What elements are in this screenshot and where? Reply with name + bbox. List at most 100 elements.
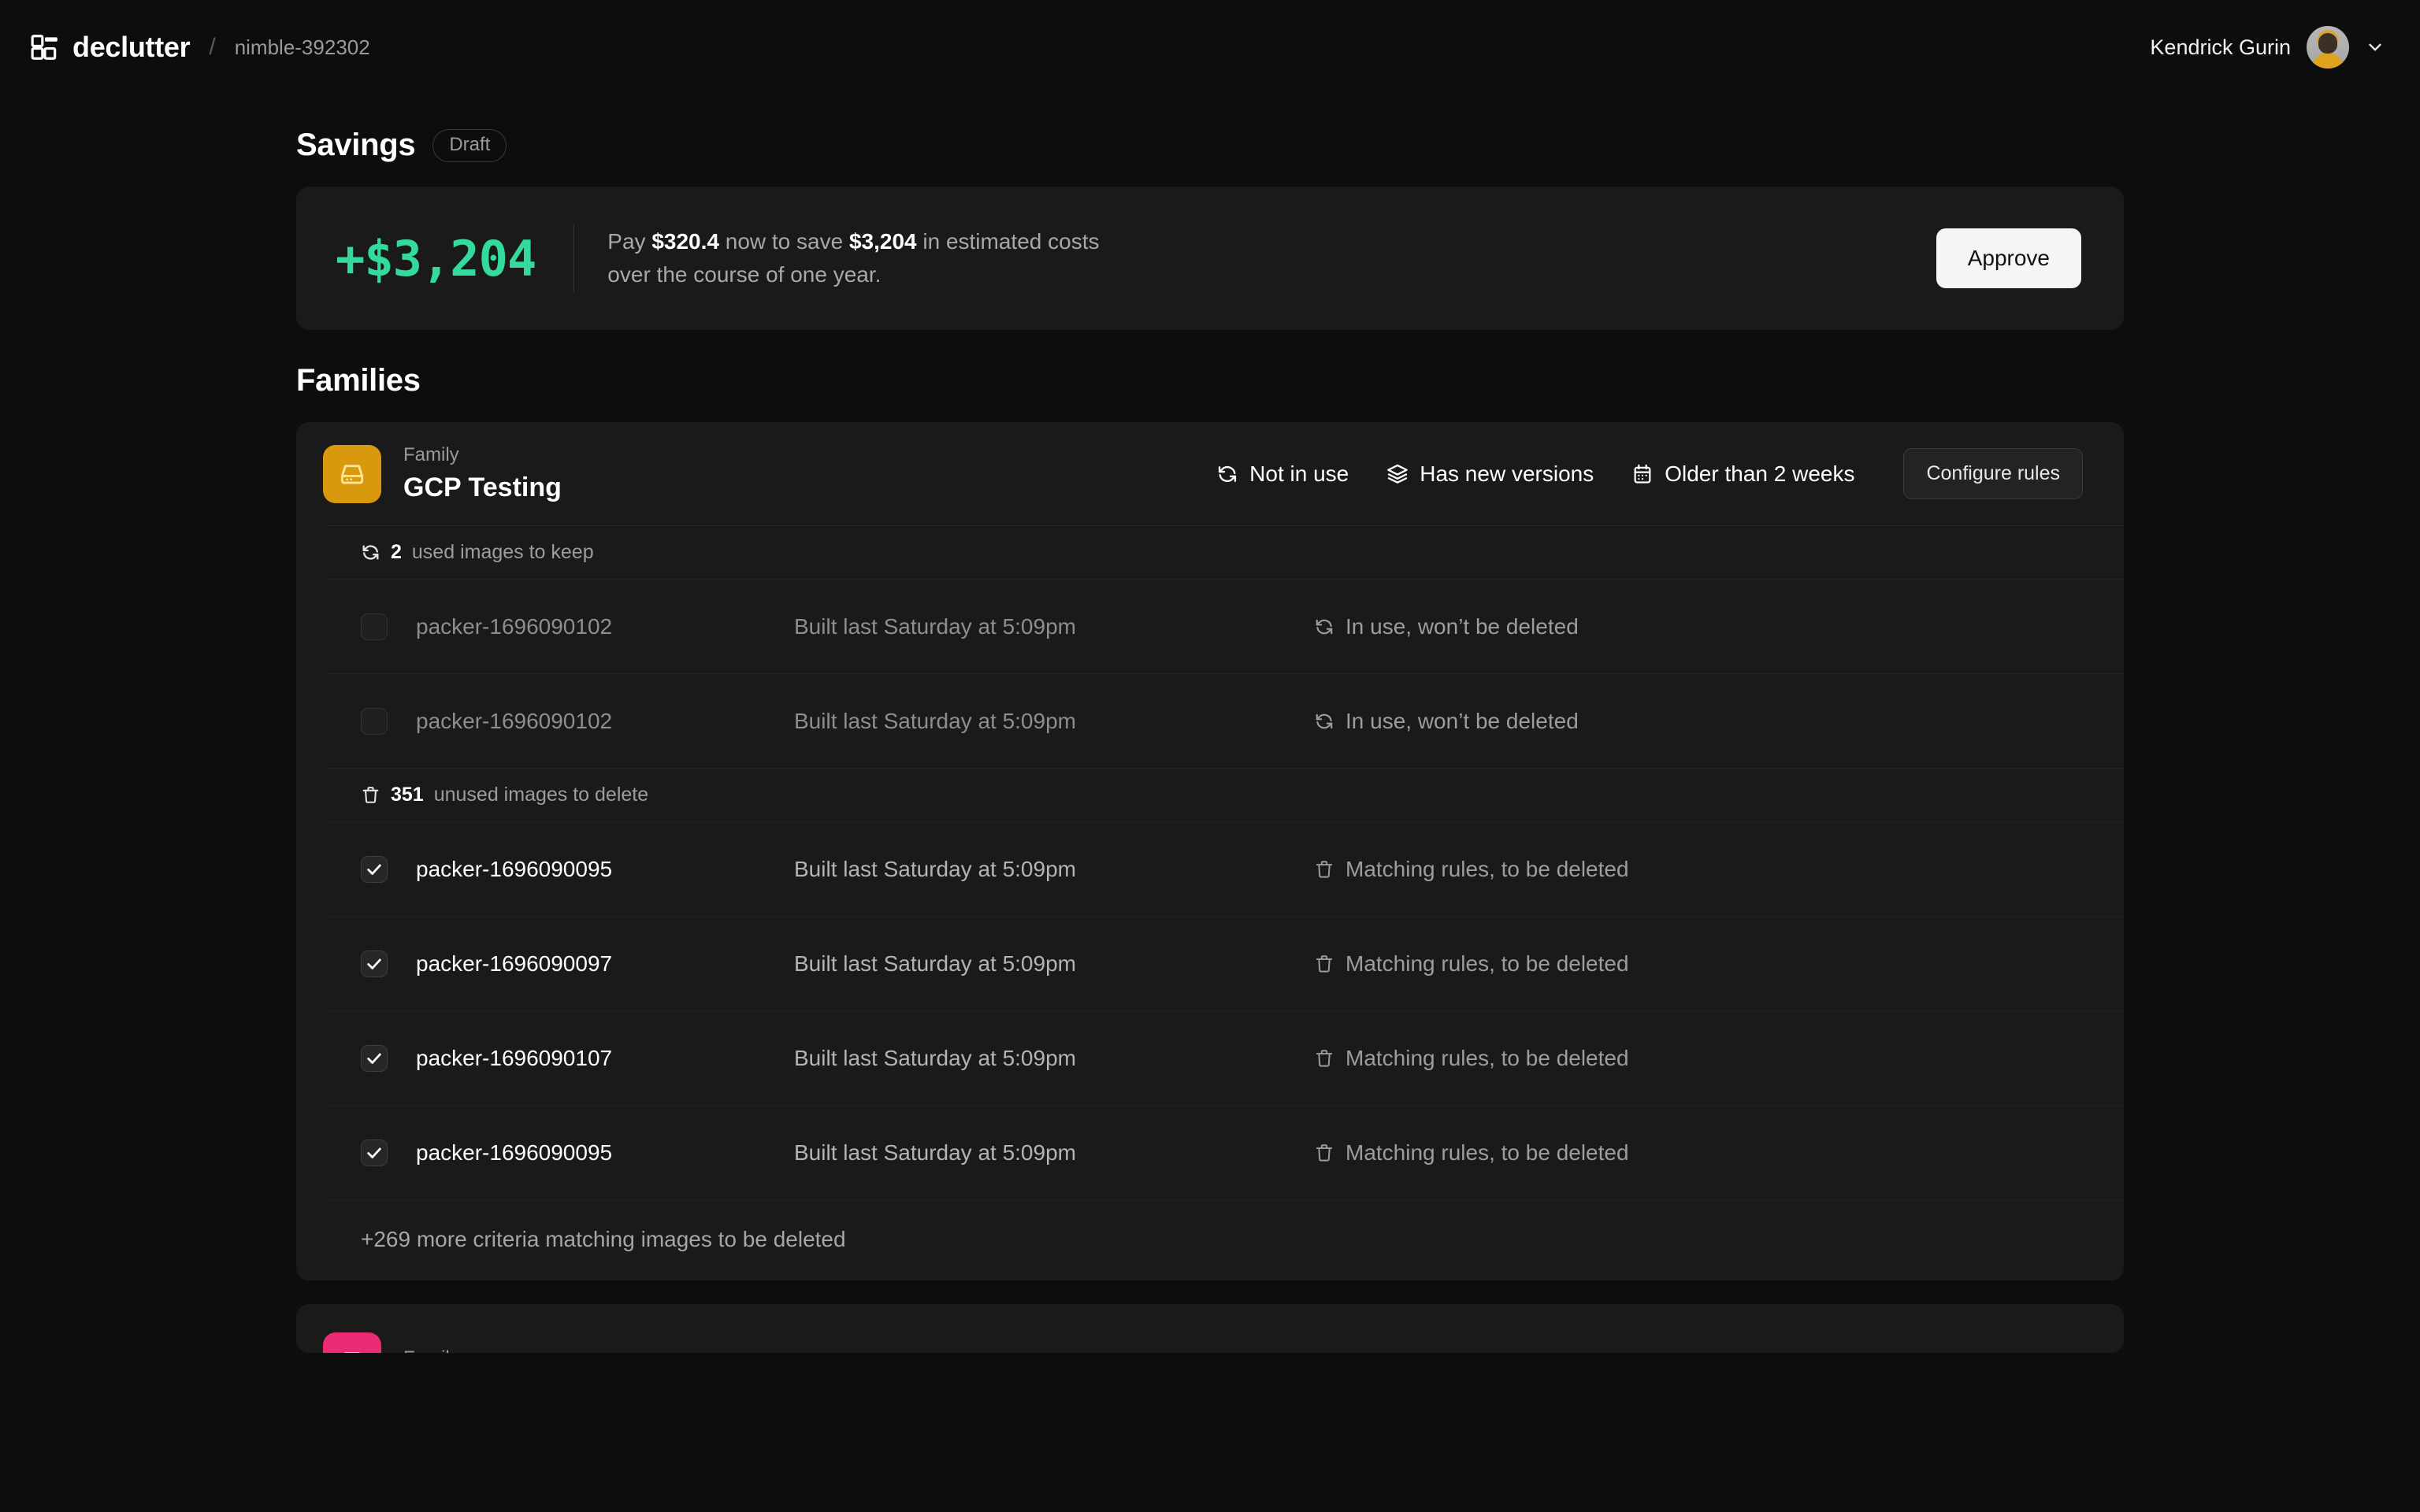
configure-rules-button[interactable]: Configure rules [1903, 448, 2083, 499]
image-status: Matching rules, to be deleted [1314, 951, 1629, 976]
savings-amount: +$3,204 [336, 229, 536, 287]
status-label: In use, won’t be deleted [1345, 708, 1579, 733]
image-status: In use, won’t be deleted [1314, 614, 1579, 639]
family-meta: Family GCP Testing [403, 444, 562, 503]
family-icon [323, 1332, 381, 1353]
refresh-icon [362, 545, 379, 560]
savings-card: +$3,204 Pay $320.4 now to save $3,204 in… [296, 187, 2124, 330]
savings-description: Pay $320.4 now to save $3,204 in estimat… [607, 225, 1112, 291]
refresh-icon [1316, 713, 1333, 728]
families-header: Families [296, 363, 2124, 398]
group-header-keep: 2 used images to keep [326, 525, 2124, 579]
image-name: packer-1696090095 [416, 1140, 613, 1165]
trash-icon [1316, 1049, 1333, 1067]
layers-icon [1387, 464, 1409, 484]
grid-logo-icon [31, 35, 58, 60]
row-checkbox[interactable] [361, 950, 388, 977]
top-bar: declutter / nimble-392302 Kendrick Gurin [0, 0, 2420, 94]
rule-label: Older than 2 weeks [1665, 461, 1855, 486]
image-status: Matching rules, to be deleted [1314, 857, 1629, 882]
more-images-link[interactable]: +269 more criteria matching images to be… [326, 1199, 2124, 1280]
family-card: Family GCP Testing Not in use Has new ve… [296, 422, 2124, 1280]
savings-text-prefix: Pay [607, 229, 652, 254]
calendar-icon [1634, 464, 1651, 484]
save-total-amount: $3,204 [848, 229, 917, 254]
check-icon [367, 958, 381, 969]
hard-drive-icon [344, 1352, 360, 1353]
image-built: Built last Saturday at 5:09pm [794, 951, 1076, 976]
refresh-icon [1316, 619, 1333, 634]
status-label: Matching rules, to be deleted [1345, 951, 1629, 976]
group-text: used images to keep [411, 541, 594, 563]
image-built: Built last Saturday at 5:09pm [794, 613, 1076, 639]
table-row[interactable]: packer-1696090102 Built last Saturday at… [326, 673, 2124, 768]
row-checkbox[interactable] [361, 1044, 388, 1072]
group-header-delete: 351 unused images to delete [326, 768, 2124, 821]
brand-name: declutter [72, 31, 191, 63]
check-icon [367, 864, 381, 875]
image-name: packer-1696090102 [416, 613, 613, 639]
rule-label: Not in use [1249, 461, 1349, 486]
rule-has-new-versions: Has new versions [1386, 461, 1594, 487]
family-card: Family [296, 1304, 2124, 1353]
group-text: unused images to delete [433, 784, 649, 806]
chevron-down-icon[interactable] [2365, 37, 2385, 57]
table-row[interactable]: packer-1696090102 Built last Saturday at… [326, 579, 2124, 673]
status-label: Matching rules, to be deleted [1345, 1045, 1629, 1070]
row-checkbox[interactable] [361, 1139, 388, 1166]
table-row[interactable]: packer-1696090095 Built last Saturday at… [326, 1105, 2124, 1199]
brand-home-link[interactable]: declutter [30, 31, 191, 64]
row-checkbox[interactable] [361, 707, 388, 735]
divider [573, 224, 575, 292]
rule-older-than-2-weeks: Older than 2 weeks [1631, 461, 1854, 487]
image-list-keep: packer-1696090102 Built last Saturday at… [326, 579, 2124, 768]
savings-text-middle: now to save [718, 229, 849, 254]
page-content: Savings Draft +$3,204 Pay $320.4 now to … [0, 128, 2420, 1353]
family-rules: Not in use Has new versions Older than 2… [1216, 448, 2083, 499]
row-checkbox[interactable] [361, 613, 388, 640]
table-row[interactable]: packer-1696090107 Built last Saturday at… [326, 1010, 2124, 1105]
family-name: GCP Testing [403, 472, 562, 502]
trash-icon [1316, 954, 1333, 973]
avatar [2307, 26, 2349, 69]
trash-icon [1316, 860, 1333, 878]
family-card-header: Family GCP Testing Not in use Has new ve… [296, 422, 2124, 525]
project-name[interactable]: nimble-392302 [235, 35, 370, 60]
approve-button[interactable]: Approve [1936, 228, 2081, 288]
image-built: Built last Saturday at 5:09pm [794, 708, 1076, 733]
row-checkbox[interactable] [361, 855, 388, 883]
check-icon [367, 1147, 381, 1158]
image-status: In use, won’t be deleted [1314, 709, 1579, 734]
families-title: Families [296, 363, 421, 398]
status-badge: Draft [432, 128, 507, 162]
family-label: Family [403, 1347, 459, 1353]
image-built: Built last Saturday at 5:09pm [794, 1045, 1076, 1070]
image-status: Matching rules, to be deleted [1314, 1140, 1629, 1166]
rule-label: Has new versions [1420, 461, 1594, 486]
breadcrumb-separator: / [209, 34, 216, 60]
user-menu[interactable]: Kendrick Gurin [2150, 26, 2385, 69]
image-list-delete: packer-1696090095 Built last Saturday at… [326, 821, 2124, 1199]
pay-now-amount: $320.4 [651, 229, 719, 254]
family-icon [323, 444, 381, 503]
table-row[interactable]: packer-1696090095 Built last Saturday at… [326, 821, 2124, 916]
group-count: 351 [391, 784, 424, 806]
rule-not-in-use: Not in use [1216, 461, 1349, 487]
family-card-header: Family [296, 1304, 2124, 1353]
hard-drive-icon [340, 464, 364, 484]
refresh-icon [1219, 465, 1237, 482]
trash-icon [1316, 1143, 1333, 1162]
trash-icon [362, 787, 379, 803]
table-row[interactable]: packer-1696090097 Built last Saturday at… [326, 916, 2124, 1010]
user-name: Kendrick Gurin [2150, 35, 2291, 59]
image-name: packer-1696090097 [416, 951, 613, 976]
check-icon [367, 1053, 381, 1064]
image-name: packer-1696090102 [416, 708, 613, 733]
group-count: 2 [391, 541, 402, 563]
status-label: In use, won’t be deleted [1345, 613, 1579, 639]
status-label: Matching rules, to be deleted [1345, 1140, 1629, 1165]
page-title: Savings [296, 128, 416, 162]
savings-header: Savings Draft [296, 128, 2124, 163]
image-built: Built last Saturday at 5:09pm [794, 1140, 1076, 1165]
image-name: packer-1696090107 [416, 1045, 613, 1070]
